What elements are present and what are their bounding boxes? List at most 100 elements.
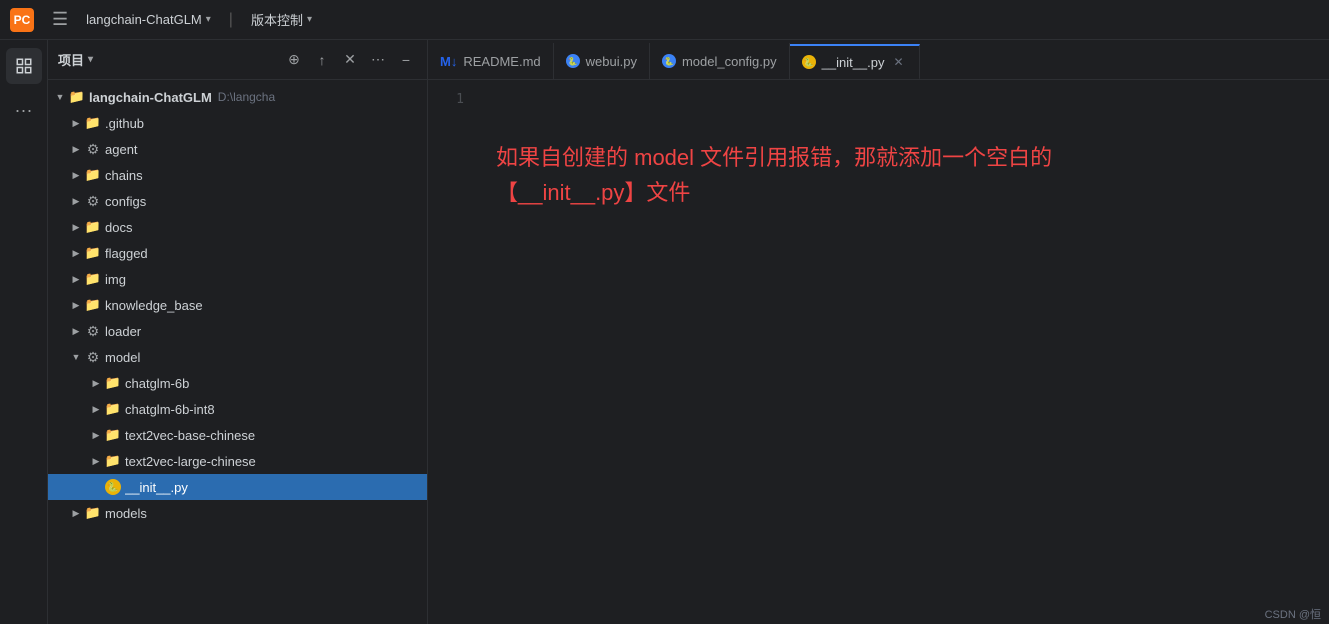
main-layout: ··· 项目 ▾ ⊕ ↑ ✕ ⋯ − 📁 langchain-Chat <box>0 40 1329 624</box>
model-config-icon: 🐍 <box>662 54 676 68</box>
docs-arrow <box>68 219 84 235</box>
tree-item-chains[interactable]: 📁 chains <box>48 162 427 188</box>
model-arrow <box>68 349 84 365</box>
sidebar-actions: ⊕ ↑ ✕ ⋯ − <box>283 49 417 71</box>
tab-readme[interactable]: M↓ README.md <box>428 43 554 79</box>
title-separator: | <box>229 11 233 29</box>
sidebar-toolbar: 项目 ▾ ⊕ ↑ ✕ ⋯ − <box>48 40 427 80</box>
agent-label: agent <box>105 142 138 157</box>
activity-more-icon[interactable]: ··· <box>6 92 42 128</box>
chatglm6bint8-folder-icon: 📁 <box>104 400 122 418</box>
loader-arrow <box>68 323 84 339</box>
loader-label: loader <box>105 324 141 339</box>
tree-item-model[interactable]: ⚙ model <box>48 344 427 370</box>
initpy-icon: 🐍 <box>104 478 122 496</box>
chains-folder-icon: 📁 <box>84 166 102 184</box>
file-tree: 📁 langchain-ChatGLM D:\langcha 📁 .github… <box>48 80 427 624</box>
text2vec-large-folder-icon: 📁 <box>104 452 122 470</box>
chains-label: chains <box>105 168 143 183</box>
chatglm6bint8-label: chatglm-6b-int8 <box>125 402 215 417</box>
tree-item-chatglm6bint8[interactable]: 📁 chatglm-6b-int8 <box>48 396 427 422</box>
docs-folder-icon: 📁 <box>84 218 102 236</box>
model-config-label: model_config.py <box>682 54 777 69</box>
tree-item-img[interactable]: 📁 img <box>48 266 427 292</box>
text2vec-base-label: text2vec-base-chinese <box>125 428 255 443</box>
text2vec-base-folder-icon: 📁 <box>104 426 122 444</box>
activity-files-icon[interactable] <box>6 48 42 84</box>
tree-item-github[interactable]: 📁 .github <box>48 110 427 136</box>
agent-folder-icon: ⚙ <box>84 140 102 158</box>
tree-item-chatglm6b[interactable]: 📁 chatglm-6b <box>48 370 427 396</box>
line-numbers: 1 <box>428 80 476 624</box>
annotation-line1: 如果自创建的 model 文件引用报错，那就添加一个空白的 <box>496 140 1052 175</box>
github-folder-icon: 📁 <box>84 114 102 132</box>
editor-text-area[interactable]: 如果自创建的 model 文件引用报错，那就添加一个空白的 【__init__.… <box>476 80 1329 624</box>
tree-item-knowledge-base[interactable]: 📁 knowledge_base <box>48 292 427 318</box>
status-text: CSDN @恒 <box>1265 609 1321 621</box>
tree-root[interactable]: 📁 langchain-ChatGLM D:\langcha <box>48 84 427 110</box>
root-label: langchain-ChatGLM <box>89 90 212 105</box>
sidebar-title: 项目 ▾ <box>58 50 275 69</box>
models-label: models <box>105 506 147 521</box>
root-folder-icon: 📁 <box>68 88 86 106</box>
webui-label: webui.py <box>586 54 637 69</box>
readme-label: README.md <box>463 54 540 69</box>
tree-item-models[interactable]: 📁 models <box>48 500 427 526</box>
editor-annotation: 如果自创建的 model 文件引用报错，那就添加一个空白的 【__init__.… <box>496 140 1052 210</box>
title-bar: PC ☰ langchain-ChatGLM ▾ | 版本控制 ▾ <box>0 0 1329 40</box>
app-logo: PC <box>10 8 34 32</box>
tree-item-agent[interactable]: ⚙ agent <box>48 136 427 162</box>
tree-item-text2vec-large[interactable]: 📁 text2vec-large-chinese <box>48 448 427 474</box>
img-label: img <box>105 272 126 287</box>
kb-arrow <box>68 297 84 313</box>
project-title[interactable]: langchain-ChatGLM ▾ <box>86 12 211 27</box>
add-button[interactable]: ⊕ <box>283 49 305 71</box>
model-label: model <box>105 350 140 365</box>
flagged-arrow <box>68 245 84 261</box>
project-name: langchain-ChatGLM <box>86 12 202 27</box>
readme-icon: M↓ <box>440 54 457 69</box>
tree-item-docs[interactable]: 📁 docs <box>48 214 427 240</box>
model-folder-icon: ⚙ <box>84 348 102 366</box>
version-chevron: ▾ <box>307 14 312 25</box>
github-label: .github <box>105 116 144 131</box>
tab-model-config[interactable]: 🐍 model_config.py <box>650 43 790 79</box>
version-control[interactable]: 版本控制 ▾ <box>251 10 312 29</box>
more-button[interactable]: ⋯ <box>367 49 389 71</box>
initpy-tab-label: __init__.py <box>822 55 885 70</box>
agent-arrow <box>68 141 84 157</box>
tab-webui[interactable]: 🐍 webui.py <box>554 43 650 79</box>
initpy-label: __init__.py <box>125 480 188 495</box>
tab-init-py[interactable]: 🐍 __init__.py ✕ <box>790 44 920 80</box>
project-chevron: ▾ <box>206 14 211 25</box>
flagged-folder-icon: 📁 <box>84 244 102 262</box>
webui-icon: 🐍 <box>566 54 580 68</box>
annotation-line2: 【__init__.py】文件 <box>496 175 1052 210</box>
initpy-close-button[interactable]: ✕ <box>891 54 907 70</box>
activity-bar: ··· <box>0 40 48 624</box>
tree-item-flagged[interactable]: 📁 flagged <box>48 240 427 266</box>
img-arrow <box>68 271 84 287</box>
tree-item-loader[interactable]: ⚙ loader <box>48 318 427 344</box>
minimize-button[interactable]: − <box>395 49 417 71</box>
sidebar-chevron: ▾ <box>88 54 93 65</box>
img-folder-icon: 📁 <box>84 270 102 288</box>
flagged-label: flagged <box>105 246 148 261</box>
text2vec-large-arrow <box>88 453 104 469</box>
chatglm6b-arrow <box>88 375 104 391</box>
loader-folder-icon: ⚙ <box>84 322 102 340</box>
close-button[interactable]: ✕ <box>339 49 361 71</box>
status-bar: CSDN @恒 <box>1257 604 1329 624</box>
tree-item-init-py[interactable]: 🐍 __init__.py <box>48 474 427 500</box>
chains-arrow <box>68 167 84 183</box>
models-arrow <box>68 505 84 521</box>
tree-item-configs[interactable]: ⚙ configs <box>48 188 427 214</box>
text2vec-large-label: text2vec-large-chinese <box>125 454 256 469</box>
tree-item-text2vec-base[interactable]: 📁 text2vec-base-chinese <box>48 422 427 448</box>
up-button[interactable]: ↑ <box>311 49 333 71</box>
models-folder-icon: 📁 <box>84 504 102 522</box>
version-control-label: 版本控制 <box>251 10 303 29</box>
configs-label: configs <box>105 194 146 209</box>
hamburger-menu[interactable]: ☰ <box>46 7 74 32</box>
kb-folder-icon: 📁 <box>84 296 102 314</box>
